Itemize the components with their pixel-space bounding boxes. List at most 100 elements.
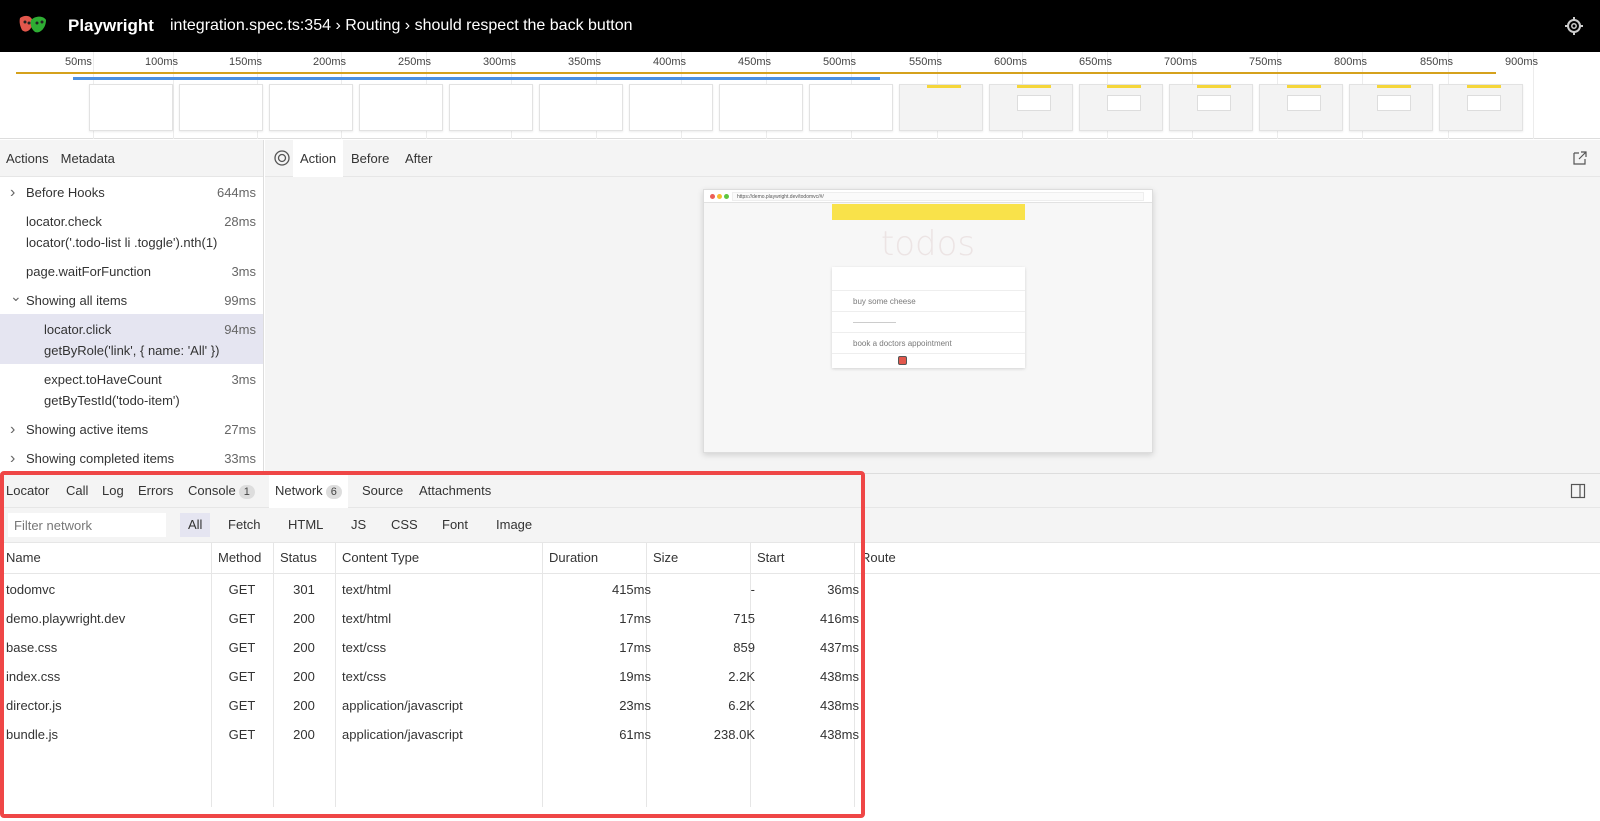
tab-log[interactable]: Log [102, 483, 124, 498]
filter-network-input[interactable] [8, 513, 166, 537]
column-header-start[interactable]: Start [757, 543, 784, 573]
timeline-tick-label: 250ms [398, 56, 432, 68]
column-header-route[interactable]: Route [861, 543, 896, 573]
filter-all[interactable]: All [180, 513, 211, 537]
action-duration: 3ms [231, 264, 256, 279]
action-duration: 644ms [216, 185, 256, 200]
tab-metadata[interactable]: Metadata [55, 140, 121, 176]
timeline-thumbnail[interactable] [629, 84, 713, 131]
timeline-thumbnail[interactable] [539, 84, 623, 131]
click-target-marker [898, 356, 907, 365]
tab-locator[interactable]: Locator [6, 483, 49, 498]
timeline-thumbnail[interactable] [1349, 84, 1433, 131]
gear-icon[interactable] [1564, 16, 1584, 36]
cell-duration: 19ms [619, 669, 651, 684]
tab-console[interactable]: Console 1 [188, 483, 255, 499]
details-panel: Locator Call Log Errors Console 1 Network 6 Sour… [0, 473, 1600, 820]
timeline-selected-range[interactable] [73, 77, 880, 80]
timeline-thumbnail[interactable] [989, 84, 1073, 131]
action-item[interactable]: ⌄ Showing all items 99ms [0, 285, 263, 314]
action-duration: 28ms [224, 214, 256, 229]
timeline-tick-label: 100ms [145, 56, 179, 68]
column-header-status[interactable]: Status [280, 543, 317, 573]
timeline-thumbnail[interactable] [89, 84, 173, 131]
filter-html[interactable]: HTML [280, 513, 331, 537]
browser-bar: https://demo.playwright.dev/todomvc/#/ [704, 190, 1152, 203]
timeline-thumbnail[interactable] [179, 84, 263, 131]
tab-call[interactable]: Call [66, 483, 88, 498]
filter-font[interactable]: Font [434, 513, 476, 537]
timeline-thumbnail[interactable] [269, 84, 353, 131]
action-name: page.waitForFunction [26, 264, 152, 279]
network-row[interactable]: index.css GET 200 text/css 19ms 2.2K 438ms [0, 661, 865, 690]
chevron-right-icon[interactable]: › [10, 184, 15, 202]
cell-name: todomvc [6, 582, 56, 597]
cell-size: 238.0K [713, 727, 755, 742]
network-filter-bar: All Fetch HTML JS CSS Font Image [0, 508, 1600, 543]
tab-source[interactable]: Source [362, 483, 403, 498]
chevron-right-icon[interactable]: › [10, 450, 15, 468]
sidebar-toggle-icon[interactable] [1570, 483, 1586, 499]
column-header-name[interactable]: Name [6, 543, 41, 573]
tab-attachments[interactable]: Attachments [419, 483, 491, 498]
network-row[interactable]: todomvc GET 301 text/html 415ms - 36ms [0, 574, 865, 603]
action-item[interactable]: › Before Hooks 644ms [0, 177, 263, 206]
actions-tabs: Actions Metadata [0, 140, 263, 177]
filter-js[interactable]: JS [343, 513, 374, 537]
chevron-right-icon[interactable]: › [10, 421, 15, 439]
timeline-thumbnail[interactable] [449, 84, 533, 131]
snapshot-browser: https://demo.playwright.dev/todomvc/#/ t… [703, 189, 1153, 453]
tab-label: Attachments [419, 483, 492, 498]
action-item[interactable]: expect.toHaveCount 3ms getByTestId('todo-i… [0, 364, 263, 414]
network-row[interactable]: base.css GET 200 text/css 17ms 859 437ms [0, 632, 865, 661]
timeline-thumbnail[interactable] [1169, 84, 1253, 131]
timeline-thumbnail[interactable] [1439, 84, 1523, 131]
column-header-content-type[interactable]: Content Type [342, 543, 419, 573]
action-item[interactable]: › Showing active items 27ms [0, 414, 263, 443]
tab-actions[interactable]: Actions [0, 140, 55, 176]
close-dot-icon [710, 194, 715, 199]
chevron-down-icon[interactable]: ⌄ [10, 288, 22, 305]
tab-network[interactable]: Network 6 [269, 474, 348, 508]
cell-method: GET [228, 669, 256, 684]
filter-css[interactable]: CSS [383, 513, 426, 537]
tab-errors[interactable]: Errors [138, 483, 173, 498]
cell-status: 301 [293, 582, 315, 597]
column-header-method[interactable]: Method [218, 543, 261, 573]
timeline-thumbnail[interactable] [1079, 84, 1163, 131]
filter-fetch[interactable]: Fetch [220, 513, 269, 537]
network-row[interactable]: bundle.js GET 200 application/javascript 61m… [0, 719, 865, 748]
tab-action[interactable]: Action [293, 140, 344, 177]
timeline-thumbnail[interactable] [359, 84, 443, 131]
thumbnail-card [1467, 95, 1501, 111]
network-row[interactable]: director.js GET 200 application/javascript 2… [0, 690, 865, 719]
action-duration: 94ms [224, 322, 256, 337]
action-item[interactable]: page.waitForFunction 3ms [0, 256, 263, 285]
tab-after[interactable]: After [405, 151, 432, 166]
thumbnail-card [1287, 95, 1321, 111]
action-name: expect.toHaveCount [44, 372, 162, 387]
action-item[interactable]: locator.click 94ms getByRole('link', { nam… [0, 314, 263, 364]
pick-locator-icon[interactable] [273, 149, 291, 167]
action-duration: 99ms [224, 293, 256, 308]
timeline-thumbnail[interactable] [809, 84, 893, 131]
timeline-thumbnail[interactable] [899, 84, 983, 131]
action-item[interactable]: › Showing completed items 33ms [0, 443, 263, 472]
open-external-icon[interactable] [1572, 150, 1588, 166]
action-item[interactable]: locator.check 28ms locator('.todo-list li … [0, 206, 263, 256]
cell-size: - [750, 582, 755, 597]
network-row[interactable]: demo.playwright.dev GET 200 text/html 17ms 71… [0, 603, 865, 632]
tab-label: Source [362, 483, 404, 498]
completed-todo [853, 322, 896, 323]
timeline-thumbnail[interactable] [719, 84, 803, 131]
timeline[interactable]: 50ms 100ms 150ms 200ms 250ms 300ms 350ms 400ms 4… [0, 52, 1600, 139]
cell-duration: 17ms [619, 611, 651, 626]
tab-before[interactable]: Before [351, 151, 389, 166]
tab-label: Locator [6, 483, 50, 498]
column-header-duration[interactable]: Duration [549, 543, 598, 573]
column-header-size[interactable]: Size [653, 543, 678, 573]
timeline-tick-label: 700ms [1164, 56, 1198, 68]
filter-image[interactable]: Image [488, 513, 540, 537]
timeline-thumbnail[interactable] [1259, 84, 1343, 131]
tab-count-badge: 1 [238, 485, 255, 499]
